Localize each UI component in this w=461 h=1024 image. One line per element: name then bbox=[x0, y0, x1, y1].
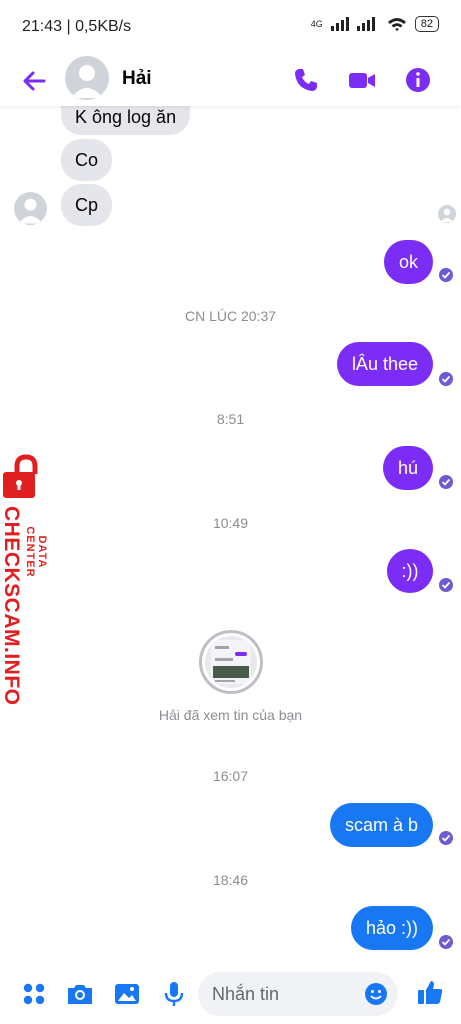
incoming-message[interactable]: Cp bbox=[61, 184, 113, 226]
chat-header: Hải bbox=[0, 56, 461, 106]
delivered-check-icon bbox=[439, 831, 453, 845]
message-input[interactable]: Nhắn tin bbox=[198, 972, 398, 1016]
status-time: 21:43 | 0,5KB/s bbox=[22, 18, 132, 35]
watermark-subtitle: DATA CENTER bbox=[24, 526, 48, 578]
composer-bar: Nhắn tin bbox=[0, 964, 461, 1024]
camera-icon[interactable] bbox=[65, 979, 95, 1009]
video-icon[interactable] bbox=[347, 65, 377, 95]
signal-icon bbox=[330, 17, 375, 31]
contact-avatar[interactable] bbox=[65, 56, 109, 100]
seen-notice: Hải đã xem tin của bạn bbox=[158, 707, 303, 723]
delivered-check-icon bbox=[439, 268, 453, 282]
status-right: 4G 82 bbox=[311, 16, 439, 32]
like-icon[interactable] bbox=[415, 977, 445, 1007]
back-arrow-icon[interactable] bbox=[20, 67, 48, 95]
phone-icon[interactable] bbox=[291, 65, 321, 95]
network-label: 4G bbox=[310, 19, 323, 29]
info-icon[interactable] bbox=[403, 65, 433, 95]
story-preview bbox=[205, 636, 257, 688]
timestamp: 8:51 bbox=[216, 411, 245, 427]
seen-story-thumbnail[interactable] bbox=[199, 630, 263, 694]
emoji-icon[interactable] bbox=[364, 982, 388, 1006]
timestamp: 10:49 bbox=[212, 515, 249, 531]
apps-icon[interactable] bbox=[20, 979, 50, 1009]
mic-icon[interactable] bbox=[159, 979, 189, 1009]
delivered-check-icon bbox=[439, 935, 453, 949]
delivered-check-icon bbox=[439, 578, 453, 592]
delivered-check-icon bbox=[439, 372, 453, 386]
incoming-message[interactable]: Co bbox=[61, 139, 113, 181]
timestamp: 18:46 bbox=[212, 872, 249, 888]
read-receipt-avatar bbox=[438, 205, 456, 223]
delivered-check-icon bbox=[439, 475, 453, 489]
watermark-title: CHECKSCAM.INFO bbox=[0, 506, 23, 706]
wifi-icon bbox=[387, 18, 406, 31]
watermark-lock-icon bbox=[3, 454, 38, 498]
outgoing-message[interactable]: :)) bbox=[387, 549, 433, 593]
status-bar: 21:43 | 0,5KB/s 4G 82 bbox=[0, 0, 461, 56]
contact-name[interactable]: Hải bbox=[122, 68, 152, 90]
timestamp: 16:07 bbox=[212, 768, 249, 784]
outgoing-message[interactable]: ok bbox=[383, 240, 433, 284]
outgoing-message[interactable]: hú bbox=[382, 446, 433, 490]
outgoing-message[interactable]: hảo :)) bbox=[350, 906, 433, 950]
timestamp: CN LÚC 20:37 bbox=[184, 308, 277, 324]
outgoing-message[interactable]: scam à b bbox=[329, 803, 433, 847]
sender-avatar[interactable] bbox=[14, 192, 47, 225]
message-placeholder: Nhắn tin bbox=[212, 984, 280, 1004]
image-icon[interactable] bbox=[112, 979, 142, 1009]
battery-indicator: 82 bbox=[414, 16, 439, 32]
outgoing-message[interactable]: lÂu thee bbox=[336, 342, 433, 386]
